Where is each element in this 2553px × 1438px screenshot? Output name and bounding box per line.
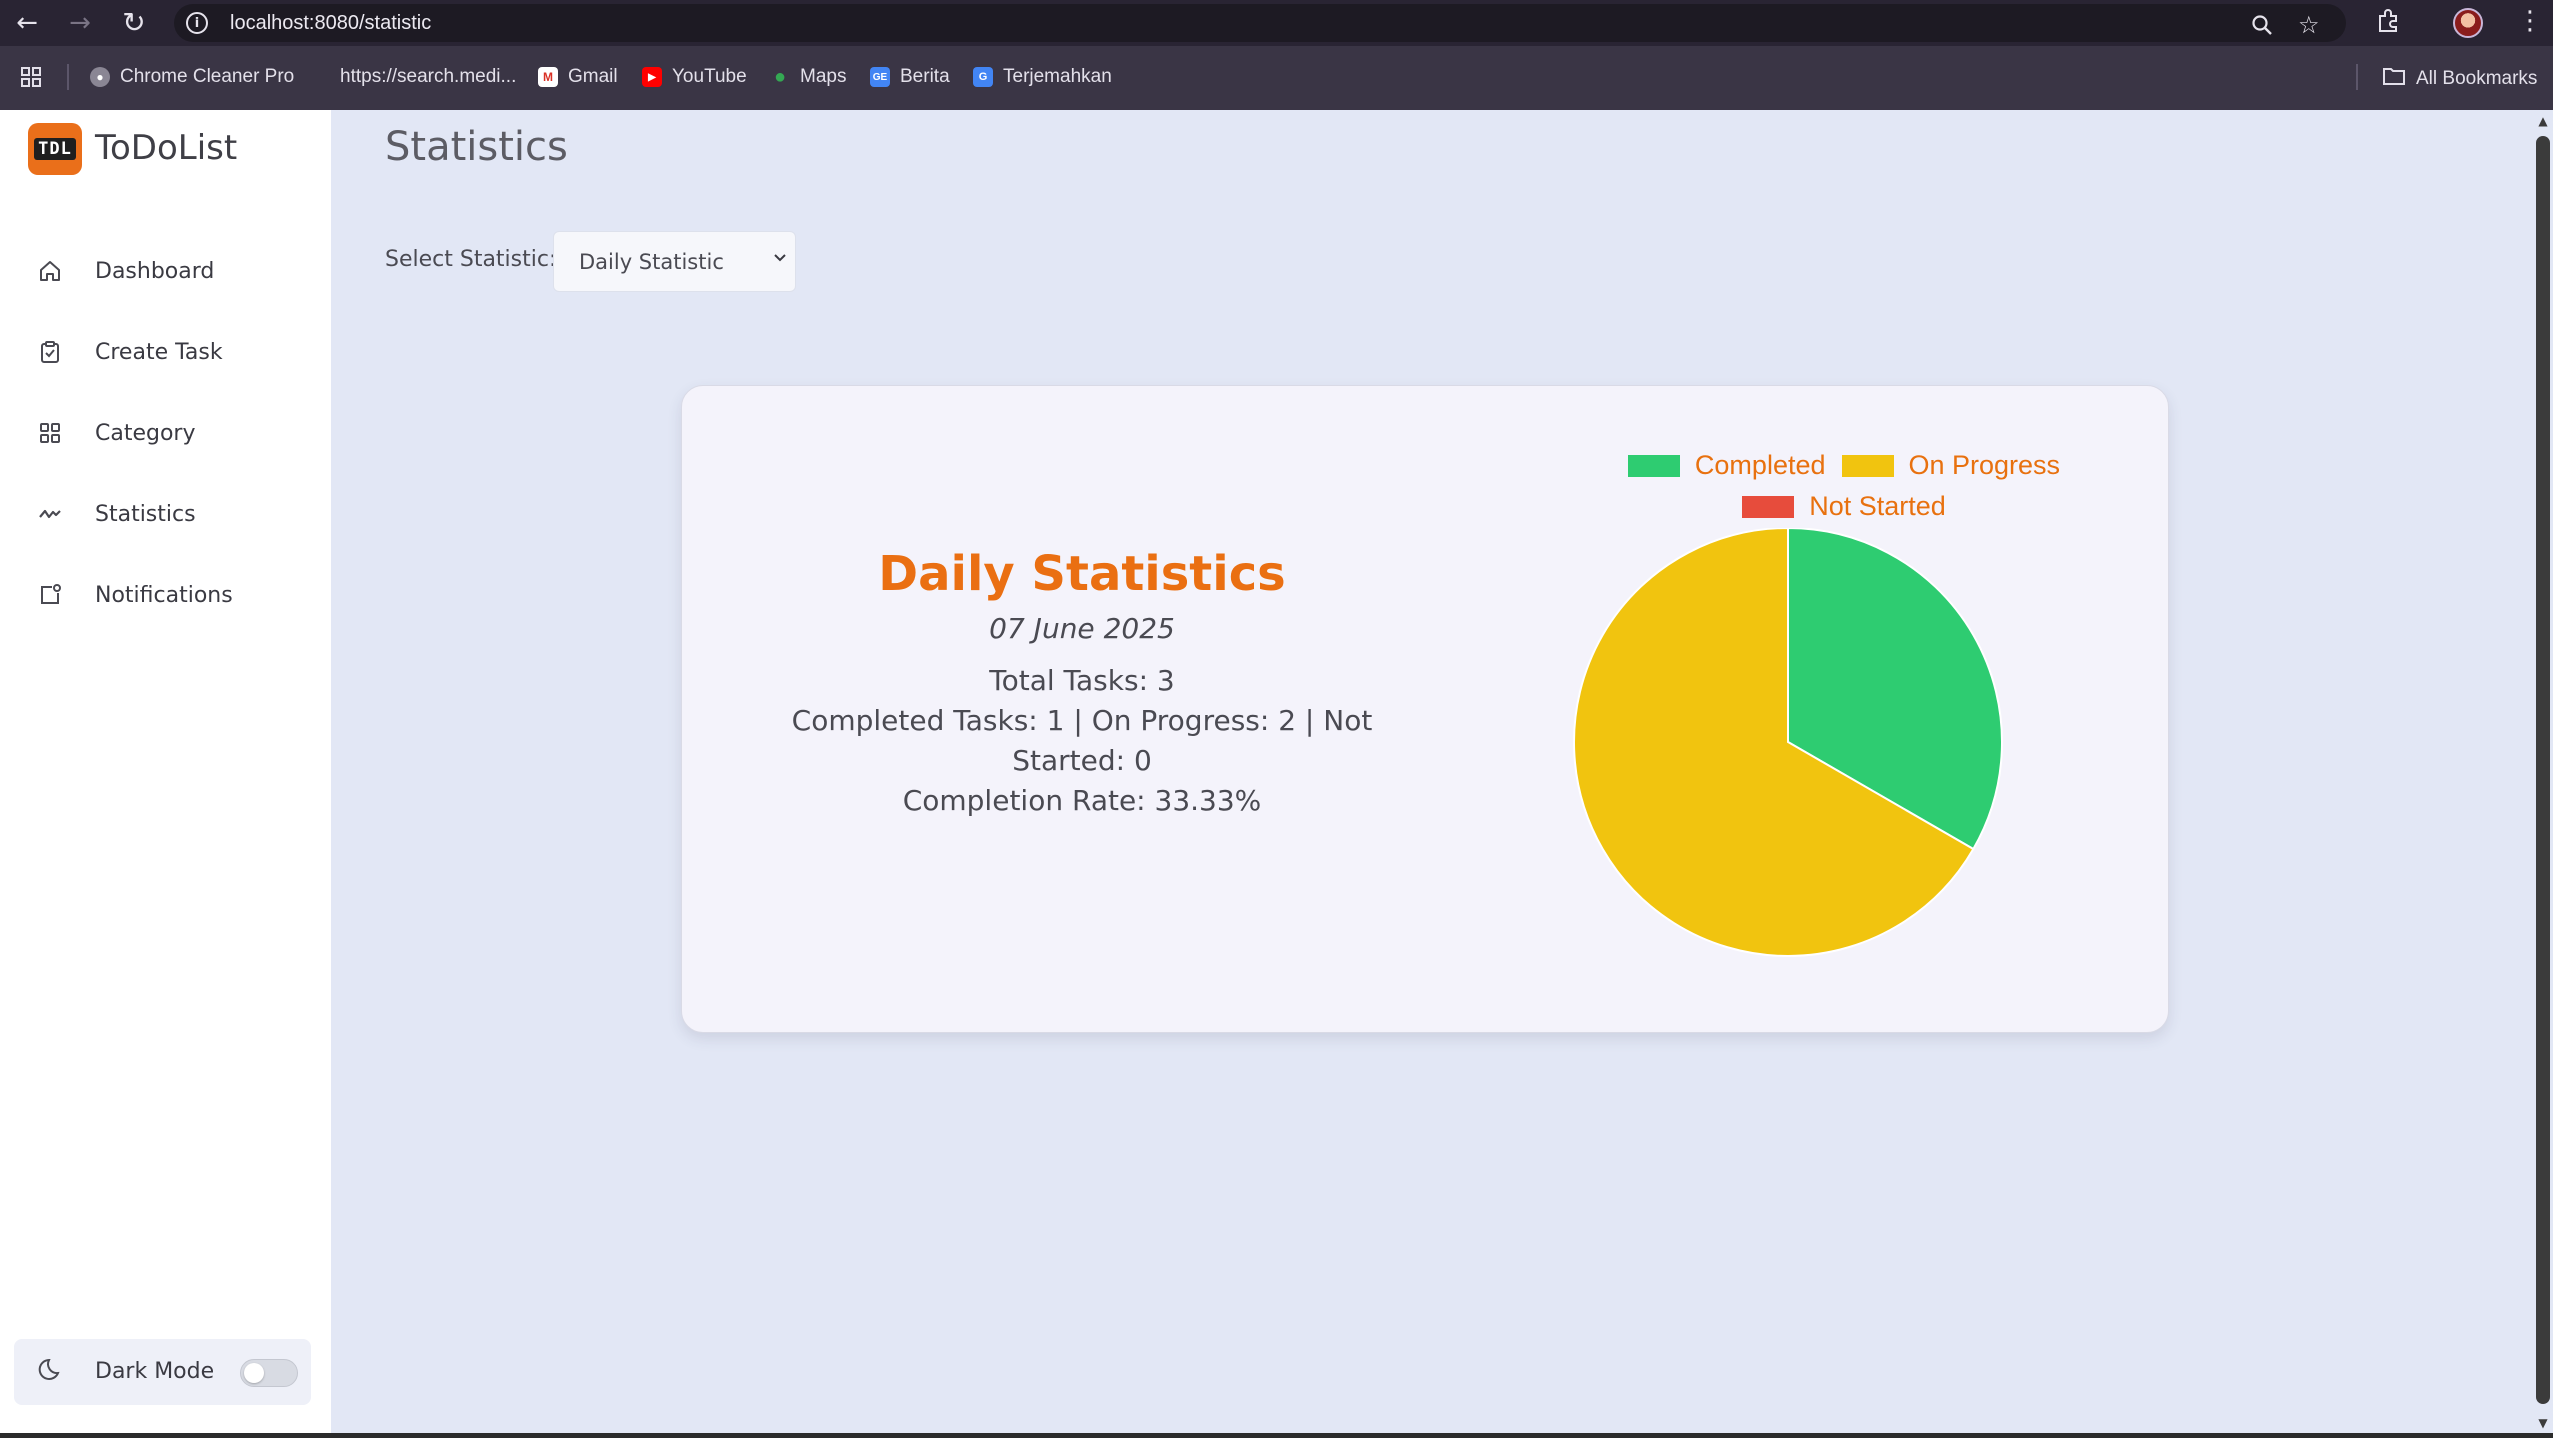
sidebar-item-notifications[interactable]: Notifications [28, 568, 318, 622]
bookmark-label: Berita [900, 66, 950, 87]
statistic-select[interactable]: Daily Statistic [553, 231, 796, 292]
legend-item-not-started[interactable]: Not Started [1742, 491, 1946, 522]
scroll-thumb[interactable] [2536, 136, 2550, 1404]
bookmark-label: Gmail [568, 66, 618, 87]
bookmarks-bar: ● Chrome Cleaner Pro https://search.medi… [0, 46, 2553, 110]
sidebar-item-dashboard[interactable]: Dashboard [28, 244, 318, 298]
chevron-down-icon [773, 248, 787, 269]
bookmark-berita[interactable]: GE Berita [870, 66, 950, 88]
bookmark-label: https://search.medi... [340, 66, 517, 87]
browser-toolbar: ← → ↻ i localhost:8080/statistic ☆ ⋮ [0, 0, 2553, 46]
total-tasks: Total Tasks: 3 [989, 664, 1175, 697]
sidebar-item-category[interactable]: Category [28, 406, 318, 460]
legend-swatch [1742, 495, 1795, 518]
scrollbar[interactable]: ▲ ▼ [2533, 110, 2553, 1438]
sidebar-item-label: Dashboard [95, 258, 215, 284]
legend-item-completed[interactable]: Completed [1627, 450, 1826, 481]
forward-icon[interactable]: → [64, 7, 96, 39]
sidebar-item-label: Notifications [95, 582, 233, 608]
moon-icon [38, 1355, 66, 1390]
bookmark-chrome-cleaner[interactable]: ● Chrome Cleaner Pro [90, 66, 294, 88]
logo-text: TDL [34, 138, 76, 160]
apps-grid-icon[interactable] [20, 66, 42, 88]
legend-swatch [1627, 454, 1680, 477]
dark-mode-label: Dark Mode [95, 1359, 215, 1384]
dark-mode-toggle[interactable] [240, 1359, 298, 1387]
bookmark-search-medi[interactable]: https://search.medi... [340, 66, 516, 88]
app-logo[interactable]: TDL [28, 123, 82, 175]
app-root: TDL ToDoList Dashboard Create Task Categ… [0, 110, 2553, 1438]
sidebar: TDL ToDoList Dashboard Create Task Categ… [0, 110, 331, 1433]
folder-icon [2382, 66, 2406, 92]
back-icon[interactable]: ← [11, 7, 43, 39]
scroll-down-icon[interactable]: ▼ [2536, 1416, 2550, 1430]
sidebar-item-label: Create Task [95, 339, 223, 365]
profile-avatar[interactable] [2453, 8, 2483, 38]
all-bookmarks-label: All Bookmarks [2416, 68, 2538, 89]
window-bottom-edge [0, 1433, 2553, 1438]
notification-icon [28, 583, 80, 607]
bookmark-label: Terjemahkan [1003, 66, 1112, 87]
all-bookmarks[interactable]: All Bookmarks [2382, 66, 2537, 92]
gmail-icon: M [538, 67, 558, 87]
grid-icon [28, 421, 80, 445]
bookmark-label: Maps [800, 66, 847, 87]
bookmark-label: YouTube [672, 66, 747, 87]
sidebar-item-create-task[interactable]: Create Task [28, 325, 318, 379]
bookmark-separator [67, 64, 69, 90]
sidebar-item-label: Statistics [95, 501, 196, 527]
home-icon [28, 259, 80, 283]
scroll-up-icon[interactable]: ▲ [2536, 114, 2550, 128]
pie-chart: Completed On Progress Not Started [1562, 441, 2142, 1001]
select-statistic-label: Select Statistic: [385, 247, 557, 272]
extensions-icon[interactable] [2375, 8, 2401, 39]
page-title: Statistics [385, 124, 568, 170]
legend-label: Not Started [1809, 491, 1946, 521]
select-value: Daily Statistic [579, 250, 724, 274]
zoom-icon[interactable] [2250, 13, 2274, 41]
bookmark-separator [2356, 64, 2358, 90]
reload-icon[interactable]: ↻ [118, 7, 150, 39]
statistics-summary: Daily Statistics 07 June 2025 Total Task… [732, 546, 1432, 821]
translate-icon: G [973, 67, 993, 87]
statistics-date: 07 June 2025 [989, 612, 1175, 645]
task-breakdown: Completed Tasks: 1 | On Progress: 2 | No… [791, 704, 1373, 777]
dark-mode-row: Dark Mode [14, 1339, 311, 1405]
bookmark-star-icon[interactable]: ☆ [2298, 13, 2320, 37]
bookmark-youtube[interactable]: ▶ YouTube [642, 66, 747, 88]
bookmark-maps[interactable]: ● Maps [770, 65, 847, 88]
globe-icon: ● [90, 67, 110, 87]
bookmark-gmail[interactable]: M Gmail [538, 66, 618, 88]
news-icon: GE [870, 67, 890, 87]
legend-label: Completed [1694, 450, 1826, 480]
youtube-icon: ▶ [642, 67, 662, 87]
menu-kebab-icon[interactable]: ⋮ [2517, 8, 2543, 34]
site-info-icon[interactable]: i [186, 12, 208, 34]
chart-legend-row-2: Not Started [1562, 491, 2142, 522]
bookmark-terjemahkan[interactable]: G Terjemahkan [973, 66, 1112, 88]
app-name: ToDoList [95, 128, 238, 168]
url-text[interactable]: localhost:8080/statistic [230, 12, 431, 35]
activity-icon [28, 502, 80, 526]
pie-svg [1573, 528, 2003, 957]
maps-icon: ● [773, 65, 787, 88]
legend-swatch [1841, 454, 1894, 477]
legend-label: On Progress [1908, 450, 2061, 480]
sidebar-item-label: Category [95, 420, 196, 446]
sidebar-item-statistics[interactable]: Statistics [28, 487, 318, 541]
legend-item-on-progress[interactable]: On Progress [1841, 450, 2061, 481]
address-bar[interactable]: i localhost:8080/statistic ☆ [174, 4, 2346, 42]
clipboard-check-icon [28, 340, 80, 364]
chart-legend-row-1: Completed On Progress [1562, 450, 2142, 481]
statistics-title: Daily Statistics [878, 546, 1286, 602]
completion-rate: Completion Rate: 33.33% [902, 784, 1262, 817]
bookmark-label: Chrome Cleaner Pro [120, 66, 295, 87]
statistics-card: Daily Statistics 07 June 2025 Total Task… [681, 385, 2169, 1033]
